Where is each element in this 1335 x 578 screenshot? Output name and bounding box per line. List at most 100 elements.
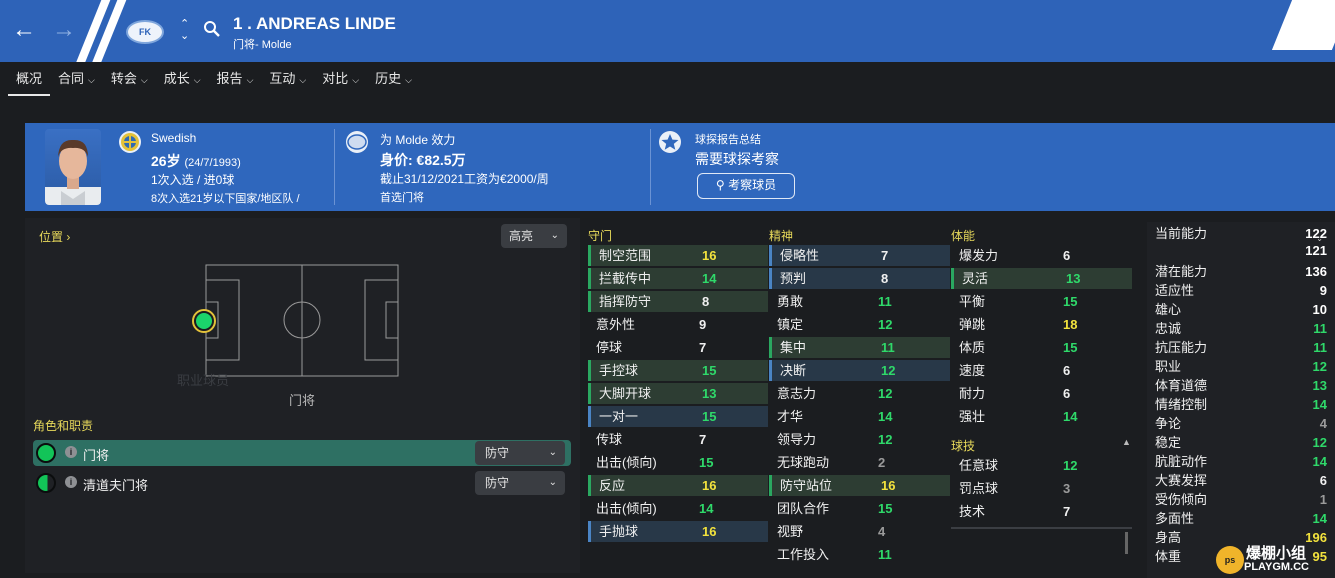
attribute-row-mental[interactable]: 视野 4	[769, 521, 950, 542]
scrollbar[interactable]	[1125, 532, 1128, 554]
position-marker-icon[interactable]	[190, 307, 218, 335]
tab-development[interactable]: 成长 ⌵	[156, 62, 209, 96]
attribute-row-physical[interactable]: 强壮 14	[951, 406, 1132, 427]
attribute-row-physical[interactable]: 耐力 6	[951, 383, 1132, 404]
attribute-row-mental[interactable]: 决断 12	[769, 360, 950, 381]
club-line[interactable]: 为 Molde 效力	[380, 131, 455, 148]
chevron-down-icon[interactable]: ⌄	[180, 30, 189, 42]
attribute-row-technical[interactable]: 技术 7	[951, 501, 1132, 522]
attribute-row-physical[interactable]: 灵活 13	[951, 268, 1132, 289]
position-link[interactable]: 位置 ›	[39, 228, 70, 245]
physical-header: 体能	[951, 229, 976, 243]
info-icon[interactable]: i	[65, 476, 77, 488]
contract-info: 截止31/12/2021工资为€2000/周	[380, 172, 549, 186]
attribute-name: 集中	[780, 340, 807, 355]
attribute-name: 决断	[780, 363, 807, 378]
ability-row[interactable]: 争论 4	[1155, 414, 1327, 433]
ability-row[interactable]: 大赛发挥 6	[1155, 471, 1327, 490]
role-row-sweeper-keeper[interactable]: i 清道夫门将 防守 ⌄	[33, 470, 571, 496]
tab-transfer[interactable]: 转会 ⌵	[103, 62, 156, 96]
attribute-row-physical[interactable]: 爆发力 6	[951, 245, 1132, 266]
ability-name: 受伤倾向	[1155, 492, 1208, 507]
ability-row[interactable]: 多面性 14	[1155, 509, 1327, 528]
attribute-row-mental[interactable]: 侵略性 7	[769, 245, 950, 266]
attribute-row-mental[interactable]: 预判 8	[769, 268, 950, 289]
scout-player-button[interactable]: ⚲ 考察球员	[697, 173, 795, 199]
tab-reports[interactable]: 报告 ⌵	[209, 62, 262, 96]
attribute-row-mental[interactable]: 防守站位 16	[769, 475, 950, 496]
attribute-row-physical[interactable]: 速度 6	[951, 360, 1132, 381]
ability-name: 稳定	[1155, 435, 1182, 450]
role-name: 清道夫门将	[83, 478, 149, 493]
ability-row[interactable]: 情绪控制 14	[1155, 395, 1327, 414]
tab-history[interactable]: 历史 ⌵	[367, 62, 420, 96]
highlight-dropdown[interactable]: 高亮 ⌄	[501, 224, 567, 248]
forward-button[interactable]: →	[52, 18, 76, 42]
tab-interaction[interactable]: 互动 ⌵	[261, 62, 314, 96]
watermark-logo: ps 爆棚小组 PLAYGM.CC	[1216, 540, 1335, 578]
player-position-club[interactable]: 门将- Molde	[233, 36, 292, 52]
attribute-row-goalkeeping[interactable]: 制空范围 16	[588, 245, 768, 266]
attribute-row-goalkeeping[interactable]: 手控球 15	[588, 360, 768, 381]
attribute-row-goalkeeping[interactable]: 反应 16	[588, 475, 768, 496]
player-photo[interactable]	[45, 129, 101, 205]
ability-row[interactable]: 肮脏动作 14	[1155, 452, 1327, 471]
attribute-name: 强壮	[959, 409, 986, 424]
attribute-row-goalkeeping[interactable]: 指挥防守 8	[588, 291, 768, 312]
attribute-row-technical[interactable]: 任意球 12	[951, 455, 1132, 476]
attribute-row-mental[interactable]: 无球跑动 2	[769, 452, 950, 473]
attribute-row-goalkeeping[interactable]: 一对一 15	[588, 406, 768, 427]
attribute-value: 13	[702, 386, 717, 401]
nationality[interactable]: Swedish	[151, 131, 196, 145]
ability-row[interactable]: 职业 12	[1155, 357, 1327, 376]
attribute-value: 16	[881, 478, 896, 493]
tab-compare[interactable]: 对比 ⌵	[314, 62, 367, 96]
attribute-row-mental[interactable]: 团队合作 15	[769, 498, 950, 519]
attribute-row-mental[interactable]: 意志力 12	[769, 383, 950, 404]
attribute-value: 11	[878, 294, 892, 309]
ability-row[interactable]: 稳定 12	[1155, 433, 1327, 452]
tab-contract[interactable]: 合同 ⌵	[50, 62, 103, 96]
search-icon[interactable]	[203, 20, 221, 38]
attribute-row-mental[interactable]: 集中 11	[769, 337, 950, 358]
attribute-value: 14	[878, 409, 893, 424]
chevron-down-icon: ⌵	[299, 75, 307, 85]
attribute-row-goalkeeping[interactable]: 拦截传中 14	[588, 268, 768, 289]
ability-row[interactable]: 体育道德 13	[1155, 376, 1327, 395]
ability-row[interactable]: 忠诚 11	[1155, 319, 1327, 338]
collapse-icon[interactable]: ▲	[1122, 437, 1131, 447]
chevron-down-icon: ⌄	[550, 230, 559, 241]
ability-value: 14	[1312, 454, 1327, 469]
attribute-row-goalkeeping[interactable]: 手抛球 16	[588, 521, 768, 542]
attribute-row-goalkeeping[interactable]: 传球 7	[588, 429, 768, 450]
info-icon[interactable]: i	[65, 446, 77, 458]
club-badge-icon[interactable]: FK	[126, 20, 164, 44]
back-button[interactable]: ←	[12, 18, 36, 42]
attribute-row-mental[interactable]: 领导力 12	[769, 429, 950, 450]
duty-dropdown[interactable]: 防守 ⌄	[475, 471, 565, 495]
ability-row[interactable]: 雄心 10	[1155, 300, 1327, 319]
attribute-row-mental[interactable]: 才华 14	[769, 406, 950, 427]
ability-row[interactable]: 受伤倾向 1	[1155, 490, 1327, 509]
duty-dropdown[interactable]: 防守 ⌄	[475, 441, 565, 465]
attribute-row-goalkeeping[interactable]: 意外性 9	[588, 314, 768, 335]
attribute-row-physical[interactable]: 体质 15	[951, 337, 1132, 358]
watermark-url: PLAYGM.CC	[1244, 561, 1309, 573]
attribute-row-physical[interactable]: 平衡 15	[951, 291, 1132, 312]
tab-overview[interactable]: 概况	[8, 62, 51, 96]
ability-row[interactable]: 适应性 9	[1155, 281, 1327, 300]
attribute-row-goalkeeping[interactable]: 出击(倾向) 15	[588, 452, 768, 473]
role-row-goalkeeper[interactable]: i 门将 防守 ⌄	[33, 440, 571, 466]
attribute-row-mental[interactable]: 勇敢 11	[769, 291, 950, 312]
attribute-row-mental[interactable]: 镇定 12	[769, 314, 950, 335]
chevron-up-icon[interactable]: ⌃	[180, 18, 189, 30]
ability-row[interactable]: 潜在能力 136	[1155, 262, 1327, 281]
attribute-row-physical[interactable]: 弹跳 18	[951, 314, 1132, 335]
player-switch-arrows[interactable]: ⌃ ⌄	[180, 18, 189, 42]
attribute-row-goalkeeping[interactable]: 大脚开球 13	[588, 383, 768, 404]
attribute-row-technical[interactable]: 罚点球 3	[951, 478, 1132, 499]
attribute-row-goalkeeping[interactable]: 出击(倾向) 14	[588, 498, 768, 519]
attribute-row-mental[interactable]: 工作投入 11	[769, 544, 950, 565]
attribute-row-goalkeeping[interactable]: 停球 7	[588, 337, 768, 358]
ability-row[interactable]: 抗压能力 11	[1155, 338, 1327, 357]
